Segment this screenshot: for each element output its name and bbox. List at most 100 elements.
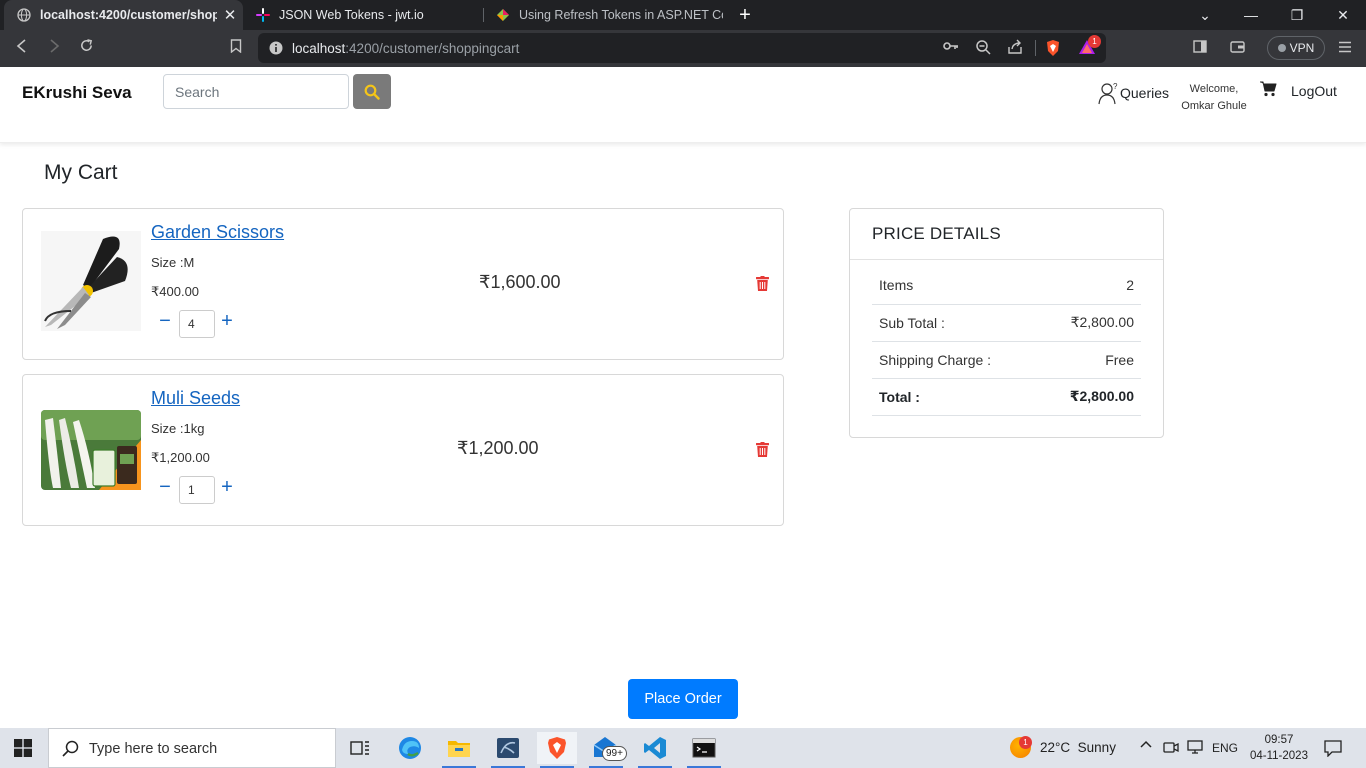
bookmark-icon[interactable] [225, 38, 247, 60]
taskbar-search-placeholder: Type here to search [89, 741, 218, 757]
logout-link[interactable]: LogOut [1291, 83, 1337, 99]
delete-icon[interactable] [756, 442, 769, 457]
close-tab-icon[interactable]: ✕ [223, 6, 237, 24]
price-value: 2 [1037, 267, 1141, 305]
svg-text:?: ? [1113, 82, 1118, 91]
notifications-icon[interactable] [1324, 739, 1342, 760]
close-window-button[interactable]: ✕ [1320, 0, 1366, 30]
tab-title: localhost:4200/customer/shopping [40, 8, 217, 22]
price-label: Shipping Charge : [872, 341, 1038, 379]
file-explorer-icon[interactable] [439, 732, 479, 768]
search-input[interactable] [163, 74, 349, 109]
tab-title: JSON Web Tokens - jwt.io [279, 8, 424, 22]
vpn-button[interactable]: VPN [1267, 36, 1325, 60]
edge-browser-icon[interactable] [390, 732, 430, 764]
product-unit-price: ₹400.00 [151, 284, 200, 299]
minimize-button[interactable]: — [1228, 0, 1274, 30]
price-details-table: Items 2 Sub Total : ₹2,800.00 Shipping C… [872, 267, 1141, 416]
tab-shopping-cart[interactable]: localhost:4200/customer/shopping ✕ [4, 0, 243, 30]
product-name-link[interactable]: Garden Scissors [151, 222, 284, 243]
back-icon[interactable] [11, 38, 33, 60]
quantity-input[interactable] [179, 476, 215, 504]
line-total: ₹1,600.00 [479, 272, 561, 292]
product-size: Size :M [151, 255, 195, 270]
welcome-line: Welcome, [1189, 83, 1239, 95]
vpn-status-dot-icon [1277, 44, 1286, 52]
tab-search-chevron-icon[interactable]: ⌄ [1182, 0, 1228, 30]
terminal-icon[interactable] [684, 732, 724, 768]
rewards-badge: 1 [1088, 35, 1101, 48]
sql-server-icon[interactable] [488, 732, 528, 768]
windows-taskbar: Type here to search 99+ 1 22°C Sunny ENG… [0, 728, 1366, 768]
decrease-qty-button[interactable]: − [157, 311, 173, 331]
tab-title: Using Refresh Tokens in ASP.NET Core [519, 8, 723, 22]
product-image-garden-scissors[interactable] [41, 231, 141, 331]
cart-icon[interactable] [1259, 81, 1277, 102]
wallet-icon[interactable] [1226, 38, 1248, 60]
share-icon[interactable] [1006, 39, 1024, 57]
page-title: My Cart [44, 161, 118, 184]
decrease-qty-button[interactable]: − [157, 477, 173, 497]
price-label: Items [872, 267, 1038, 305]
tray-overflow-chevron-icon[interactable] [1139, 737, 1153, 754]
price-row-subtotal: Sub Total : ₹2,800.00 [872, 304, 1141, 342]
product-size: Size :1kg [151, 421, 205, 436]
mail-icon[interactable]: 99+ [586, 732, 627, 768]
browser-tab-strip: localhost:4200/customer/shopping ✕ JSON … [0, 0, 1366, 30]
clock-time: 09:57 [1264, 734, 1294, 746]
price-details-panel: PRICE DETAILS Items 2 Sub Total : ₹2,800… [849, 208, 1164, 438]
place-order-button[interactable]: Place Order [628, 679, 738, 719]
user-question-icon: ? [1098, 82, 1118, 105]
omnibox-divider [1035, 40, 1036, 56]
search-icon [364, 84, 380, 100]
weather-text[interactable]: 22°C Sunny [1040, 740, 1116, 755]
sidebar-icon[interactable] [1189, 38, 1211, 60]
language-indicator[interactable]: ENG [1212, 741, 1238, 755]
tab-refresh-tokens[interactable]: Using Refresh Tokens in ASP.NET Core [483, 0, 723, 30]
url-text: localhost:4200/customer/shoppingcart [292, 41, 519, 56]
brave-browser-icon[interactable] [537, 732, 577, 768]
maximize-button[interactable]: ❐ [1274, 0, 1320, 30]
price-label: Total : [872, 378, 1038, 416]
mail-unread-badge: 99+ [602, 746, 627, 761]
system-clock[interactable]: 09:57 04-11-2023 [1249, 732, 1309, 764]
brand-logo[interactable]: EKrushi Seva [22, 83, 132, 103]
task-view-icon[interactable] [340, 732, 380, 764]
product-name-link[interactable]: Muli Seeds [151, 388, 240, 409]
vscode-icon[interactable] [635, 732, 675, 768]
key-icon[interactable] [942, 39, 960, 57]
site-info-icon[interactable] [268, 40, 284, 56]
quantity-input[interactable] [179, 310, 215, 338]
price-row-total: Total : ₹2,800.00 [872, 378, 1141, 416]
brave-rewards-icon[interactable]: 1 [1078, 35, 1101, 57]
reload-icon[interactable] [75, 38, 97, 60]
increase-qty-button[interactable]: + [219, 311, 235, 331]
app-header: EKrushi Seva ? Queries Welcome, Omkar Gh… [0, 67, 1366, 143]
product-image-muli-seeds[interactable] [41, 410, 141, 490]
meet-now-icon[interactable] [1163, 739, 1179, 758]
delete-icon[interactable] [756, 276, 769, 291]
windows-start-icon[interactable] [14, 739, 32, 757]
menu-icon[interactable] [1334, 38, 1356, 60]
new-tab-button[interactable]: + [735, 4, 755, 26]
network-icon[interactable] [1187, 739, 1203, 758]
taskbar-search-box[interactable]: Type here to search [48, 728, 336, 768]
jwt-logo-icon [256, 8, 270, 22]
product-unit-price: ₹1,200.00 [151, 450, 210, 465]
forward-icon[interactable] [43, 38, 65, 60]
address-bar[interactable]: localhost:4200/customer/shoppingcart 1 [258, 33, 1106, 63]
search-button[interactable] [353, 74, 391, 109]
brave-shields-icon[interactable] [1044, 39, 1062, 57]
globe-icon [17, 8, 31, 22]
increase-qty-button[interactable]: + [219, 477, 235, 497]
search-icon [62, 740, 79, 757]
price-value: Free [1037, 341, 1141, 379]
vpn-label: VPN [1289, 41, 1315, 55]
price-value: ₹2,800.00 [1037, 378, 1141, 416]
zoom-icon[interactable] [974, 39, 992, 57]
queries-link[interactable]: ? Queries [1098, 81, 1169, 105]
price-row-items: Items 2 [872, 267, 1141, 305]
tab-jwt-io[interactable]: JSON Web Tokens - jwt.io [243, 0, 483, 30]
cart-item: Muli Seeds Size :1kg ₹1,200.00 − + ₹1,20… [22, 374, 784, 526]
weather-badge: 1 [1019, 736, 1032, 749]
